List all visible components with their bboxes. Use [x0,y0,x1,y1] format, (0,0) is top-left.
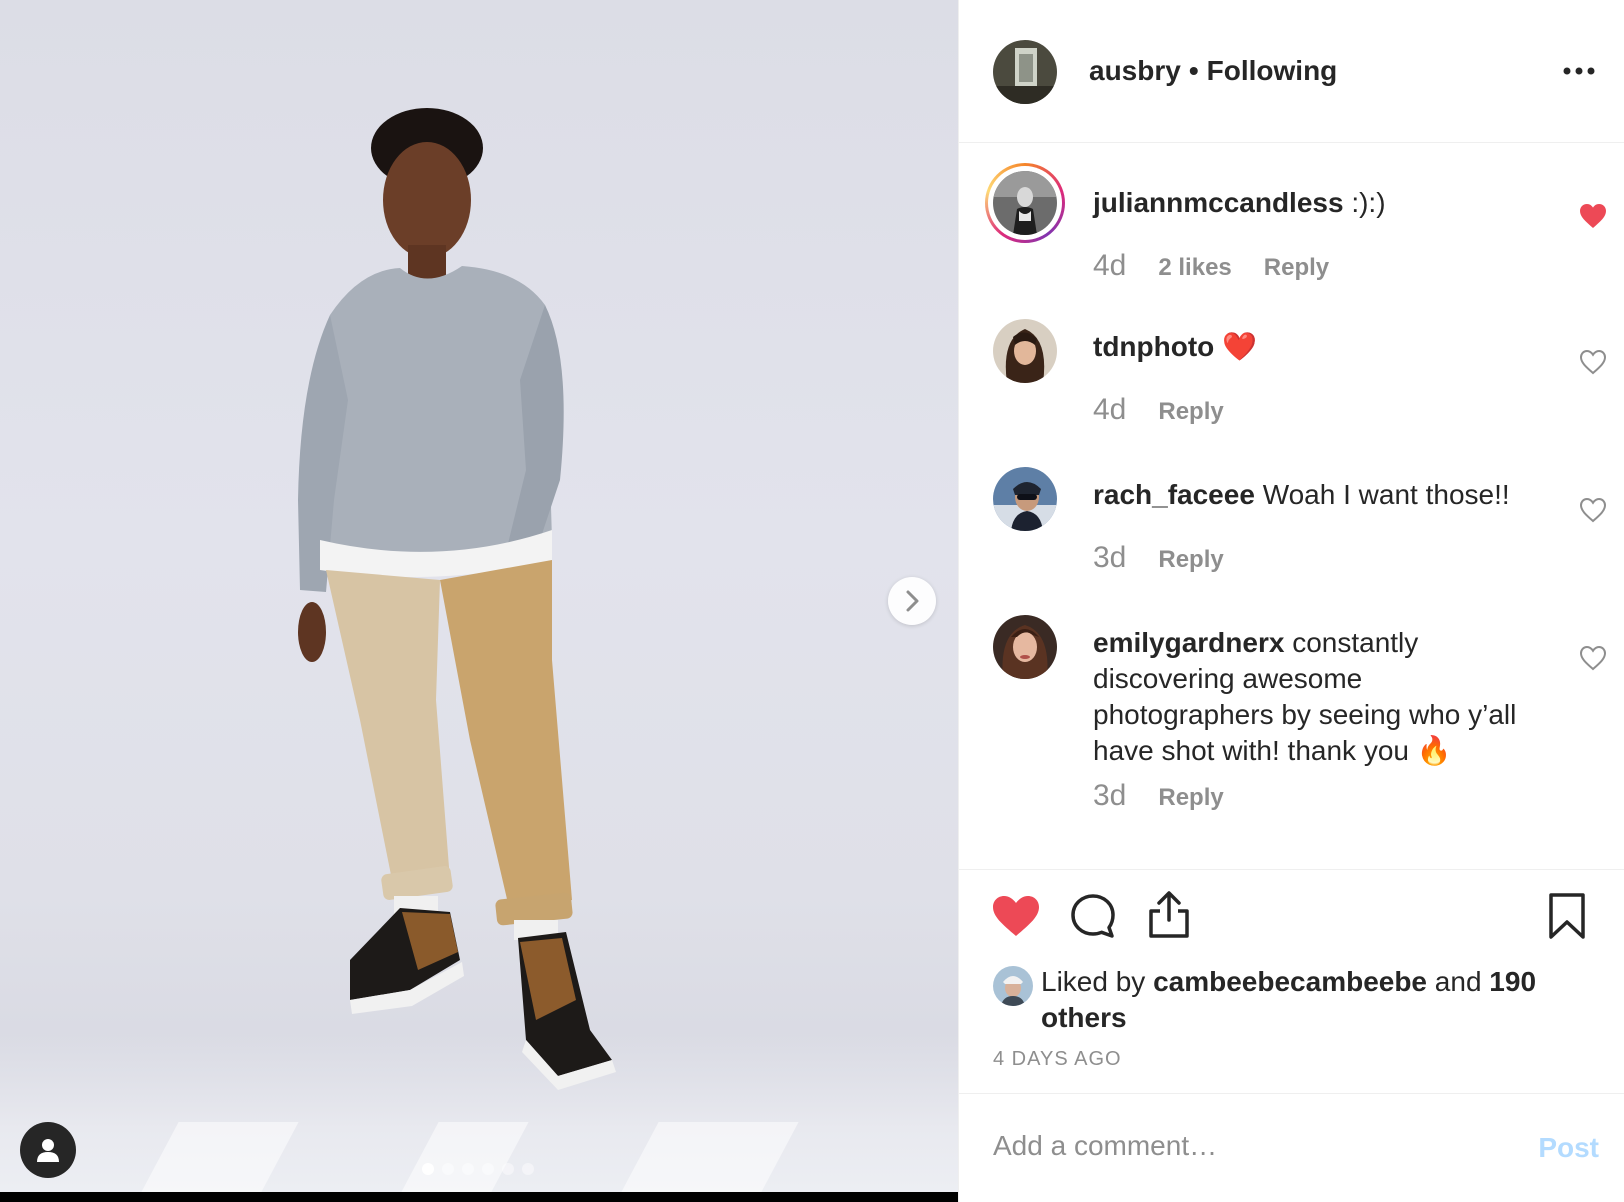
comment-body: rach_faceee Woah I want those!! [1093,477,1543,513]
person-icon [37,1139,59,1162]
post-owner-line: ausbry • Following [1089,55,1337,87]
comment-bubble-icon[interactable] [1069,892,1117,940]
carousel-indicator [422,1163,534,1175]
comment-body: juliannmccandless :):) [1093,185,1543,221]
liked-by-conjunction: and [1434,966,1482,997]
comment-body: emilygardnerx constantly discovering awe… [1093,625,1543,769]
chevron-right-icon [906,590,919,612]
comment-meta: 4d 2 likes Reply [1093,249,1329,283]
carousel-dot [462,1163,474,1175]
carousel-dot [442,1163,454,1175]
separator-dot: • [1188,55,1199,86]
comment-username[interactable]: emilygardnerx [1093,627,1284,658]
story-ring[interactable] [985,163,1065,243]
liked-by-prefix: Liked by [1041,966,1146,997]
follow-status[interactable]: Following [1207,55,1338,86]
post-media[interactable] [0,0,958,1202]
post-actions: Liked by cambeebecambeebe and 190 others… [959,869,1624,1093]
owner-username[interactable]: ausbry [1089,55,1181,86]
post-photo [0,0,958,1192]
liker-username[interactable]: cambeebecambeebe [1153,966,1427,997]
comment-username[interactable]: tdnphoto [1093,331,1214,362]
next-slide-button[interactable] [888,577,936,625]
more-options-icon[interactable] [1559,56,1599,86]
reply-button[interactable]: Reply [1158,546,1223,574]
commenter-avatar[interactable] [993,467,1057,531]
commenter-avatar[interactable] [993,615,1057,679]
add-comment-bar: Post [959,1093,1624,1202]
comment-username[interactable]: juliannmccandless [1093,187,1344,218]
heart-outline-icon[interactable] [1579,645,1607,671]
comment-meta: 4d Reply [1093,393,1224,427]
comment-text: :):) [1351,187,1386,218]
reply-button[interactable]: Reply [1264,254,1329,282]
comment-like-count[interactable]: 2 likes [1158,254,1231,282]
heart-outline-icon[interactable] [1579,497,1607,523]
comment-text: ❤️ [1222,331,1257,362]
comment-meta: 3d Reply [1093,541,1224,575]
post-header: ausbry • Following [959,0,1624,143]
like-filled-icon[interactable] [991,894,1041,938]
bookmark-icon[interactable] [1547,892,1587,940]
post-side-panel: ausbry • Following juliannmccandless:):… [958,0,1624,1202]
reply-button[interactable]: Reply [1158,784,1223,812]
carousel-dot [522,1163,534,1175]
comment-input[interactable] [993,1124,1513,1168]
comment-username[interactable]: rach_faceee [1093,479,1255,510]
tagged-users-button[interactable] [20,1122,76,1178]
post-comment-button[interactable]: Post [1538,1132,1599,1164]
carousel-dot [502,1163,514,1175]
comment-age[interactable]: 3d [1093,541,1126,575]
post-timestamp[interactable]: 4 DAYS AGO [993,1048,1122,1071]
comment-age[interactable]: 4d [1093,249,1126,283]
commenter-avatar[interactable] [993,319,1057,383]
comment-age[interactable]: 3d [1093,779,1126,813]
reply-button[interactable]: Reply [1158,398,1223,426]
liked-by-summary: Liked by cambeebecambeebe and 190 others [993,964,1553,1036]
heart-outline-icon[interactable] [1579,349,1607,375]
comment-list: juliannmccandless :):) 4d 2 likes Reply [959,143,1624,869]
carousel-dot [482,1163,494,1175]
comment-text: Woah I want those!! [1262,479,1510,510]
comment-body: tdnphoto ❤️ [1093,329,1543,365]
owner-avatar[interactable] [993,40,1057,104]
comment-meta: 3d Reply [1093,779,1224,813]
share-icon[interactable] [1145,890,1193,940]
heart-filled-icon[interactable] [1579,203,1607,229]
comment-age[interactable]: 4d [1093,393,1126,427]
model-figure [298,108,616,1090]
commenter-avatar [993,171,1057,235]
carousel-dot [422,1163,434,1175]
liker-avatar[interactable] [993,966,1033,1006]
